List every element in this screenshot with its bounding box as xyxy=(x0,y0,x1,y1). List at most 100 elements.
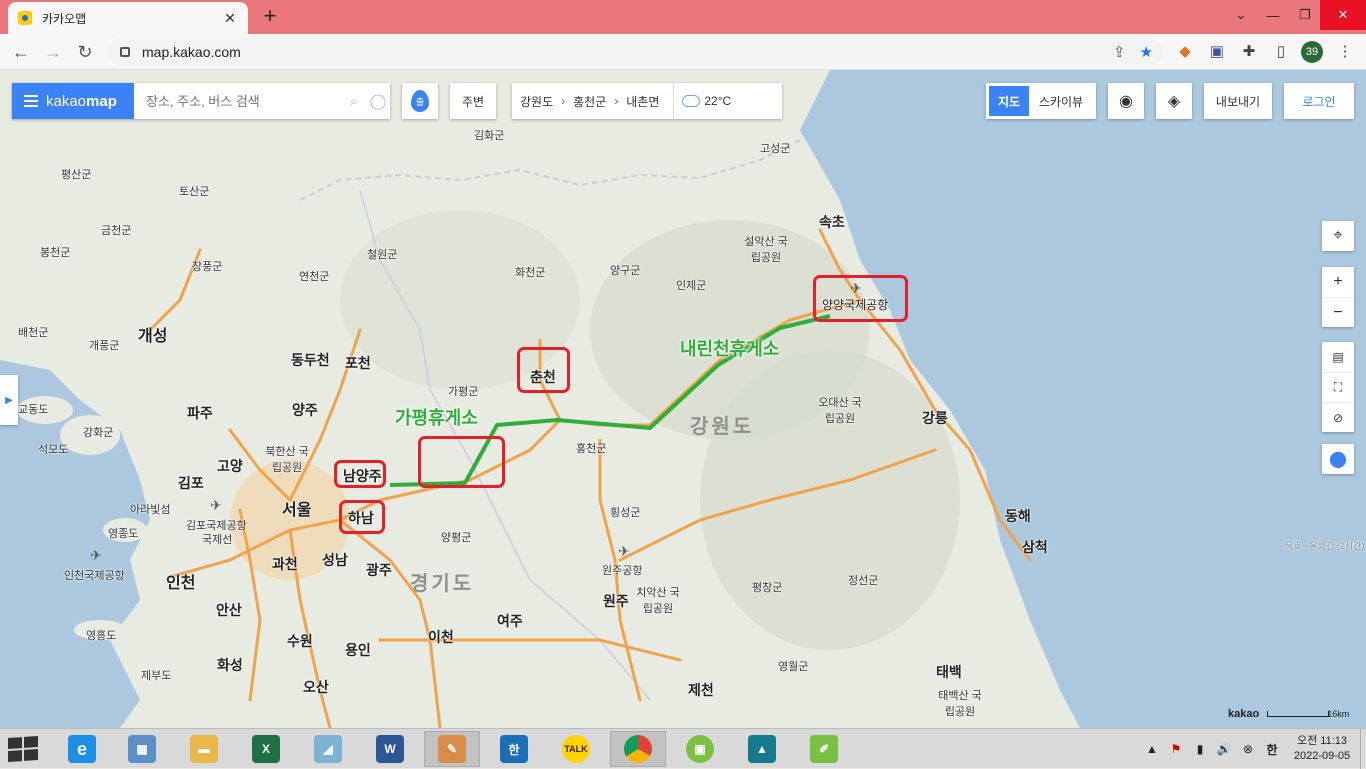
signal-icon[interactable]: ▮ xyxy=(1188,742,1212,756)
city-label-gaeseong[interactable]: 개성 xyxy=(138,322,167,346)
city-label[interactable]: 화성 xyxy=(217,655,243,675)
city-label[interactable]: 오산 xyxy=(303,677,329,697)
county-label[interactable]: 평창군 xyxy=(752,579,782,595)
city-label[interactable]: 동두천 xyxy=(291,350,330,370)
county-label[interactable]: 김화군 xyxy=(474,127,504,143)
city-label[interactable]: 용인 xyxy=(345,640,371,660)
taskbar-chrome[interactable] xyxy=(610,731,666,767)
county-label[interactable]: 봉천군 xyxy=(40,244,70,260)
city-label-namyangju[interactable]: 남양주 xyxy=(343,466,382,486)
city-label[interactable]: 파주 xyxy=(187,403,213,423)
county-label[interactable]: 양구군 xyxy=(610,262,640,278)
airport-label-yangyang[interactable]: 양양국제공항 xyxy=(822,296,888,313)
city-label[interactable]: 동해 xyxy=(1005,506,1031,526)
city-label[interactable]: 광주 xyxy=(366,560,392,580)
city-label[interactable]: 포천 xyxy=(345,353,371,373)
clock[interactable]: 오전 11:13 2022-09-05 xyxy=(1284,734,1360,764)
city-label[interactable]: 안산 xyxy=(216,600,242,620)
taskbar-ie[interactable]: e xyxy=(54,731,110,767)
ferry-route-label[interactable]: 묵호 - 울릉간 (2시간) xyxy=(1285,539,1364,552)
county-label[interactable]: 가평군 xyxy=(448,383,478,399)
zoom-out-button[interactable]: − xyxy=(1322,297,1354,327)
city-label-incheon[interactable]: 인천 xyxy=(166,569,195,593)
park-label[interactable]: 오대산 국립공원 xyxy=(815,394,865,426)
island-label[interactable]: 영종도 xyxy=(108,525,138,541)
minimize-button[interactable]: — xyxy=(1256,0,1290,30)
county-label[interactable]: 양평군 xyxy=(441,529,471,545)
restore-button[interactable]: ❐ xyxy=(1288,0,1322,30)
share-icon[interactable]: ⇪ xyxy=(1113,43,1126,61)
extension-icon[interactable]: ▣ xyxy=(1206,42,1228,62)
county-label[interactable]: 영월군 xyxy=(778,658,808,674)
county-label[interactable]: 고성군 xyxy=(760,140,790,156)
park-label[interactable]: 태백산 국립공원 xyxy=(935,687,985,719)
search-icon[interactable]: ⌕ xyxy=(342,83,366,119)
county-label[interactable]: 배천군 xyxy=(18,324,48,340)
city-label[interactable]: 여주 xyxy=(497,611,523,631)
close-window-button[interactable]: ✕ xyxy=(1320,0,1366,30)
new-tab-button[interactable]: + xyxy=(258,4,282,28)
volume-icon[interactable]: 🔊 xyxy=(1212,742,1236,756)
city-label[interactable]: 강릉 xyxy=(922,408,948,428)
city-label[interactable]: 원주 xyxy=(603,591,629,611)
taskbar-excel[interactable]: X xyxy=(238,731,294,767)
island-label[interactable]: 영흥도 xyxy=(86,627,116,643)
address-bar[interactable]: map.kakao.com ⇪ ★ xyxy=(108,38,1163,66)
city-label[interactable]: 과천 xyxy=(272,554,298,574)
place-label[interactable]: 아라빛섬 xyxy=(130,501,170,517)
taskbar-control-panel[interactable]: ▦ xyxy=(114,731,170,767)
island-label[interactable]: 제부도 xyxy=(141,667,171,683)
windows-start-icon[interactable] xyxy=(8,735,38,763)
side-panel-icon[interactable]: ▯ xyxy=(1270,42,1292,62)
county-label[interactable]: 토산군 xyxy=(179,183,209,199)
forward-arrow-icon[interactable]: → xyxy=(40,40,66,64)
menu-kebab-icon[interactable]: ⋮ xyxy=(1334,42,1356,62)
county-label[interactable]: 강화군 xyxy=(83,424,113,440)
ime-off-icon[interactable]: ⊗ xyxy=(1236,742,1260,756)
weather-widget[interactable]: 22°C xyxy=(673,83,731,119)
export-button[interactable]: 내보내기 xyxy=(1204,83,1272,119)
tab-search-chevron-icon[interactable]: ⌄ xyxy=(1224,0,1258,30)
city-label[interactable]: 성남 xyxy=(322,550,348,570)
ruler-icon[interactable]: ▤ xyxy=(1322,342,1354,372)
taskbar-notepadpp[interactable]: ✐ xyxy=(796,731,852,767)
tray-expand-icon[interactable]: ▲ xyxy=(1140,742,1164,756)
taskbar-sticky[interactable]: ◢ xyxy=(300,731,356,767)
taskbar-kakaotalk[interactable]: TALK xyxy=(548,731,604,767)
city-label[interactable]: 고양 xyxy=(217,456,243,476)
county-label[interactable]: 홍천군 xyxy=(576,440,606,456)
location-pin-button[interactable]: 출 xyxy=(402,83,438,119)
county-label[interactable]: 장풍군 xyxy=(192,258,222,274)
taskbar-evernote[interactable]: ▣ xyxy=(672,731,728,767)
city-label[interactable]: 삼척 xyxy=(1022,537,1048,557)
city-label[interactable]: 양주 xyxy=(292,400,318,420)
city-label-hanam[interactable]: 하남 xyxy=(348,508,374,528)
island-label[interactable]: 교동도 xyxy=(18,401,48,417)
city-label[interactable]: 김포 xyxy=(178,473,204,493)
area-measure-icon[interactable]: ⛶ xyxy=(1322,372,1354,402)
county-label[interactable]: 정선군 xyxy=(848,572,878,588)
airport-label[interactable]: 국제선 xyxy=(202,531,232,547)
extensions-puzzle-icon[interactable]: ✚ xyxy=(1238,42,1260,62)
bookmark-star-icon[interactable]: ★ xyxy=(1140,43,1153,61)
city-label[interactable]: 수원 xyxy=(287,631,313,651)
layers-button[interactable]: ◈ xyxy=(1156,83,1192,119)
side-panel-toggle[interactable]: ▶ xyxy=(0,375,18,425)
network-error-icon[interactable]: ⚑ xyxy=(1164,742,1188,756)
taskbar-hangul[interactable]: 한 xyxy=(486,731,542,767)
park-label[interactable]: 북한산 국립공원 xyxy=(262,443,312,475)
taskbar-explorer[interactable]: ▬ xyxy=(176,731,232,767)
city-label[interactable]: 태백 xyxy=(936,662,962,682)
city-label-chuncheon[interactable]: 춘천 xyxy=(530,367,556,387)
nearby-button[interactable]: 주변 xyxy=(450,83,496,119)
county-label[interactable]: 화천군 xyxy=(515,264,545,280)
taskbar-word[interactable]: W xyxy=(362,731,418,767)
browser-tab[interactable]: 카카오맵 ✕ xyxy=(8,2,248,34)
login-button[interactable]: 로그인 xyxy=(1284,83,1354,119)
park-label[interactable]: 설악산 국립공원 xyxy=(741,233,791,265)
city-label[interactable]: 제천 xyxy=(688,680,714,700)
county-label[interactable]: 철원군 xyxy=(367,246,397,262)
county-label[interactable]: 인제군 xyxy=(676,277,706,293)
map-canvas[interactable]: ✈ ✈ ✈ ✈ 강원도 경기도 개성 서울 인천 동두천 포천 가평군 파주 양… xyxy=(0,70,1366,728)
taskbar-paint[interactable]: ✎ xyxy=(424,731,480,767)
